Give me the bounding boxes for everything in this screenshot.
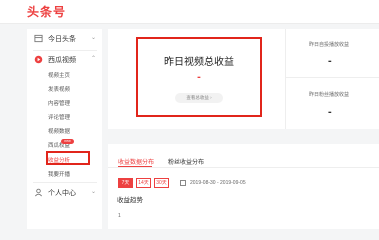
fan-play-earnings-value: -: [328, 106, 332, 118]
range-14-days-button[interactable]: 14天: [136, 178, 151, 188]
sidebar-sub-publish-video[interactable]: 发表视频: [48, 85, 70, 93]
highlight-box-earnings-analysis: [46, 151, 90, 165]
total-earnings-title: 昨日视频总收益: [164, 57, 234, 68]
sidebar-sub-comment-manage[interactable]: 评论管理: [48, 113, 70, 121]
range-7-days-button[interactable]: 7天: [118, 178, 133, 188]
range-30-days-button[interactable]: 30天: [154, 178, 169, 188]
fan-play-earnings-label: 昨日粉丝播放收益: [309, 92, 350, 98]
chevron-down-icon: ⌄: [90, 189, 96, 195]
horizontal-divider: [286, 77, 379, 78]
calendar-icon[interactable]: [180, 180, 186, 186]
sidebar-item-personal-center[interactable]: 个人中心 ⌄: [27, 186, 102, 200]
chevron-down-icon: ⌄: [90, 35, 96, 41]
video-icon: [34, 55, 43, 64]
sidebar: 今日头条 ⌄ 西瓜视频 ⌃ 视频主页 发表视频 内容管理 评论管理 视频数据 西…: [27, 29, 102, 229]
date-range-picker[interactable]: 2019-08-30 - 2019-09-05: [190, 180, 246, 186]
user-icon: [35, 188, 42, 197]
sidebar-divider: [33, 182, 97, 183]
self-play-earnings-value: -: [328, 55, 332, 67]
earnings-trend-title: 收益趋势: [117, 197, 143, 204]
sidebar-sub-go-live[interactable]: 我要开播: [48, 170, 70, 178]
sidebar-item-toutiao[interactable]: 今日头条 ⌄: [27, 32, 102, 46]
sidebar-sub-video-home[interactable]: 视频主页: [48, 71, 70, 79]
tab-fan-earnings-distribution[interactable]: 粉丝收益分布: [168, 157, 204, 166]
total-earnings-value: -: [197, 71, 201, 83]
sidebar-divider: [33, 50, 97, 51]
sidebar-sub-content-manage[interactable]: 内容管理: [48, 99, 70, 107]
sidebar-item-label: 西瓜视频: [48, 57, 76, 64]
sidebar-sub-video-data[interactable]: 视频数据: [48, 127, 70, 135]
view-total-earnings-button[interactable]: 查看总收益 ›: [175, 93, 223, 103]
tab-earnings-distribution[interactable]: 收益数据分布: [118, 157, 154, 166]
chart-y-tick: 1: [118, 213, 121, 219]
sidebar-item-xigua[interactable]: 西瓜视频 ⌃: [27, 53, 102, 67]
home-icon: [34, 34, 43, 43]
app-logo[interactable]: 头条号: [27, 3, 66, 20]
chevron-up-icon: ⌃: [90, 56, 96, 62]
sidebar-item-label: 今日头条: [48, 36, 76, 43]
sidebar-item-label: 个人中心: [48, 190, 76, 197]
tabs-divider: [108, 167, 379, 168]
highlight-box-total-earnings: 昨日视频总收益 - 查看总收益 ›: [136, 37, 262, 117]
vertical-divider: [285, 29, 286, 129]
self-play-earnings-label: 昨日自投播放收益: [309, 42, 350, 48]
top-header: 头条号: [0, 0, 379, 24]
new-badge: new: [61, 139, 74, 144]
